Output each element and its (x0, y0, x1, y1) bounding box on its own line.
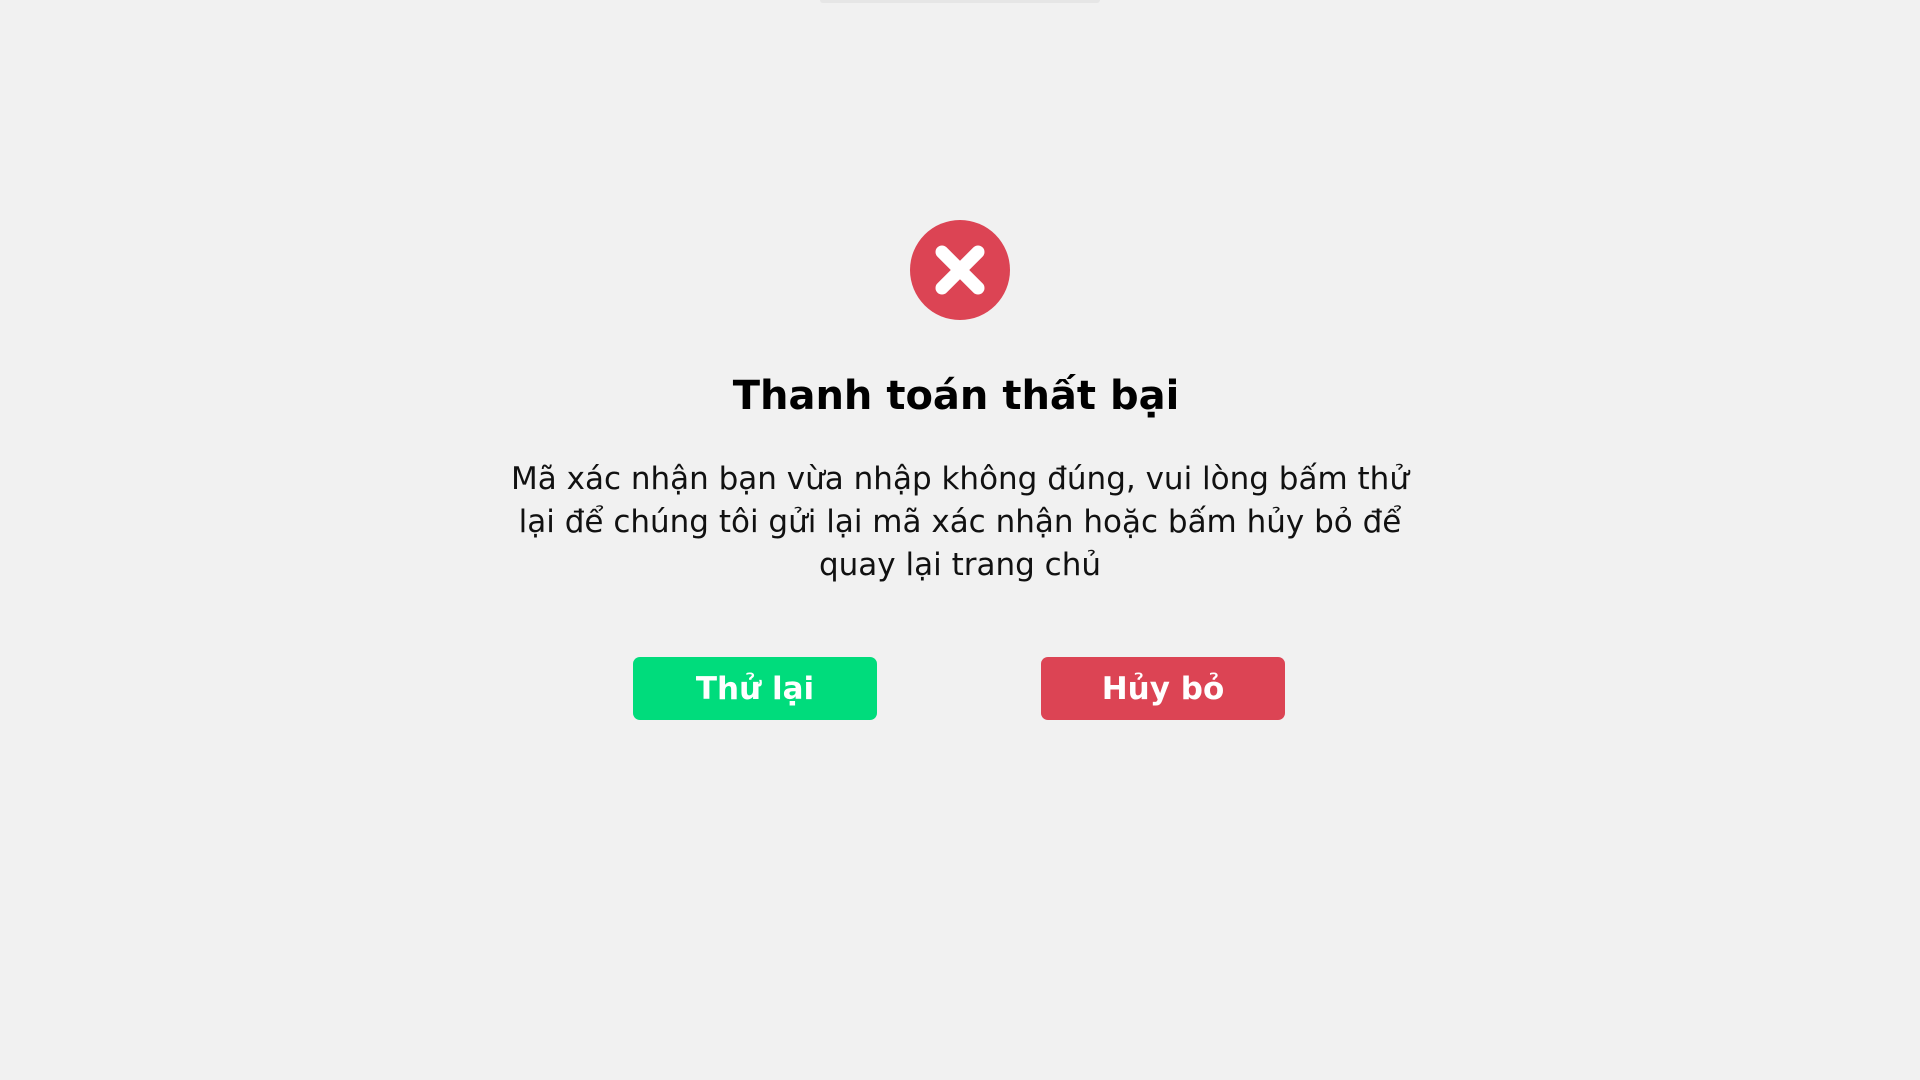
top-edge-indicator (820, 0, 1100, 3)
retry-button[interactable]: Thử lại (633, 657, 877, 720)
cancel-button[interactable]: Hủy bỏ (1041, 657, 1285, 720)
error-message: Mã xác nhận bạn vừa nhập không đúng, vui… (511, 461, 1409, 583)
close-cross-icon (935, 245, 985, 295)
page-title: Thanh toán thất bại (732, 373, 1180, 419)
action-buttons: Thử lại Hủy bỏ (633, 657, 1285, 720)
payment-failed-dialog: Thanh toán thất bại Mã xác nhận bạn vừa … (0, 220, 1920, 720)
error-x-circle-icon (910, 220, 1010, 320)
payment-failed-page: Thanh toán thất bại Mã xác nhận bạn vừa … (0, 0, 1920, 1080)
